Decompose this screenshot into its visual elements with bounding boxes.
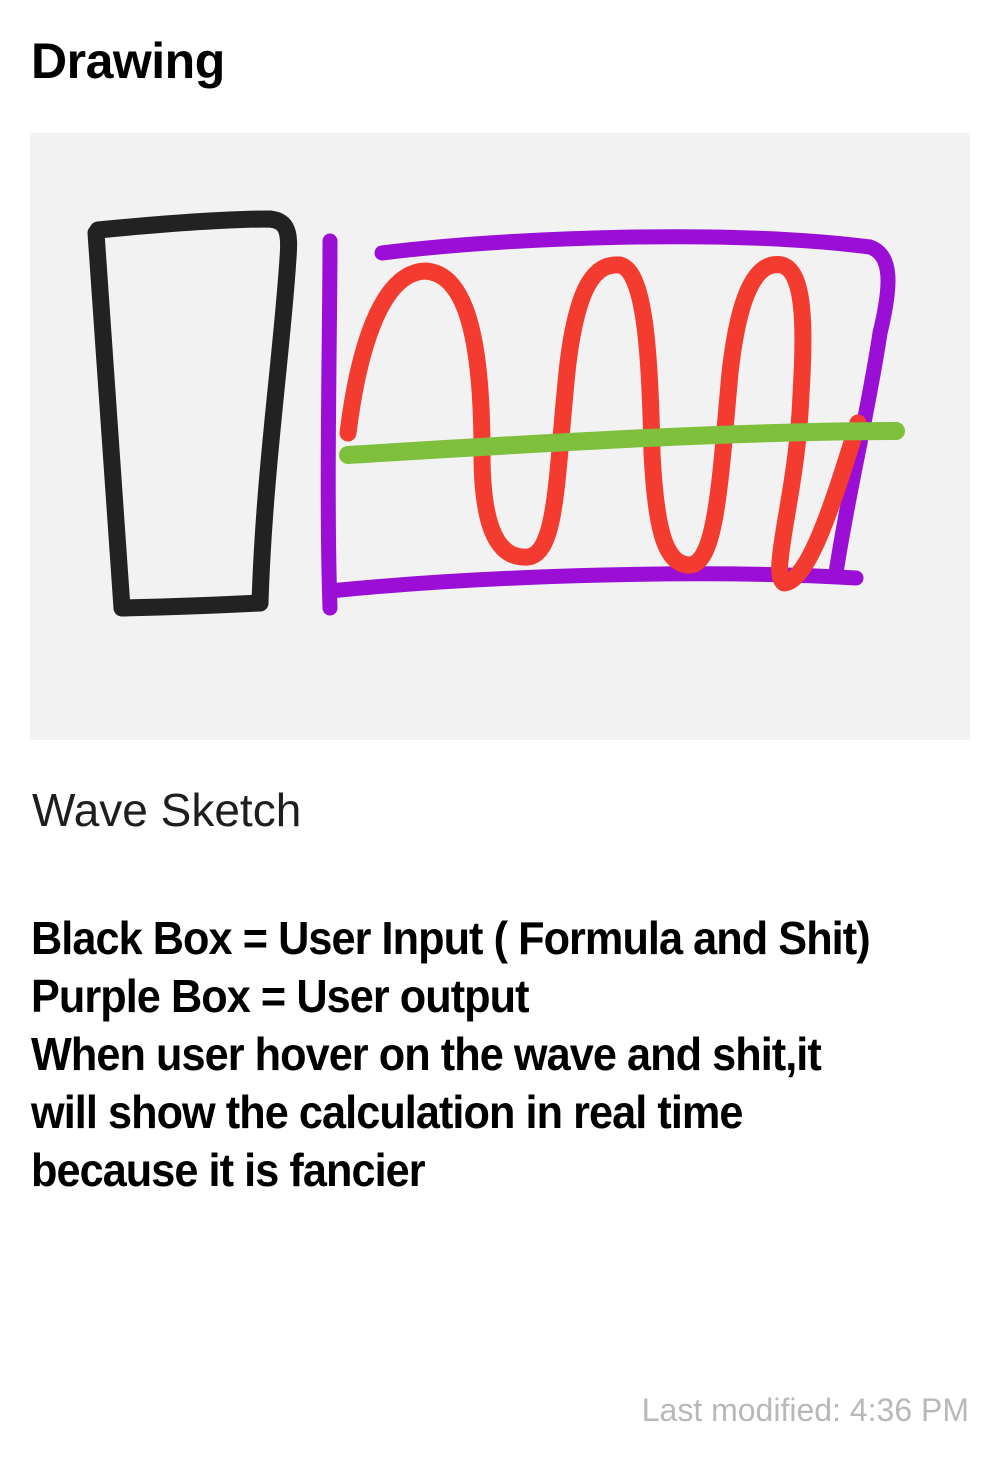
- black-box-left-stroke: [87, 224, 131, 617]
- note-line: will show the calculation in real time: [31, 1086, 743, 1138]
- purple-box-left-stroke: [320, 233, 338, 616]
- black-box-stroke: [89, 210, 298, 612]
- page-title: Drawing: [31, 33, 225, 89]
- note-line: When user hover on the wave and shit,it: [31, 1028, 822, 1080]
- note-body[interactable]: Black Box = User Input ( Formula and Shi…: [31, 909, 971, 1199]
- green-axis-stroke: [339, 422, 905, 464]
- note-line: Black Box = User Input ( Formula and Shi…: [31, 912, 871, 964]
- red-wave-stroke: [339, 256, 867, 592]
- drawing-canvas[interactable]: [30, 133, 970, 740]
- sketch-image: [87, 210, 905, 617]
- note-line: Purple Box = User output: [31, 970, 530, 1022]
- note-line: because it is fancier: [31, 1144, 426, 1196]
- last-modified-label: Last modified: 4:36 PM: [641, 1392, 969, 1428]
- drawing-title[interactable]: Wave Sketch: [32, 780, 301, 840]
- black-box-bottom-stroke: [113, 594, 269, 617]
